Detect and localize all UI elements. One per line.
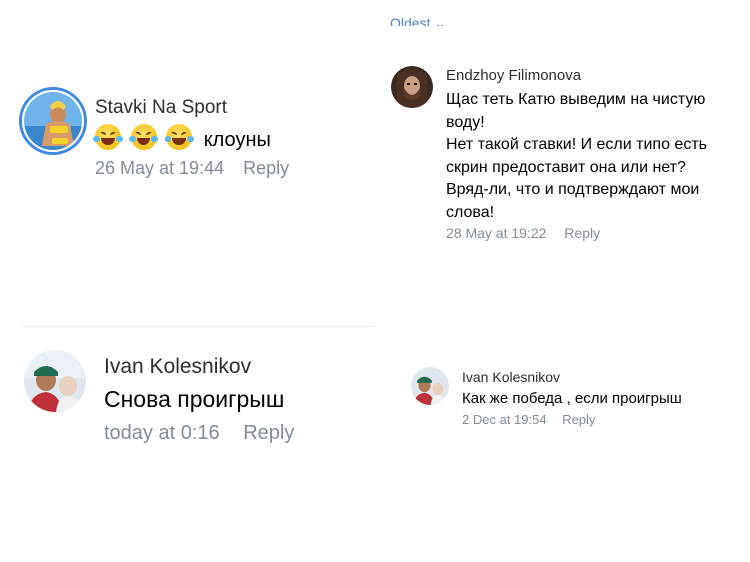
reply-button[interactable]: Reply: [562, 412, 595, 427]
avatar[interactable]: [391, 66, 433, 108]
rolling-laughing-icon: [93, 124, 123, 150]
comment-author[interactable]: Ivan Kolesnikov: [104, 355, 251, 379]
comment-timestamp[interactable]: 28 May at 19:22: [446, 225, 546, 241]
message-line: скрин предоставит она или нет?: [446, 158, 686, 176]
comment-author[interactable]: Endzhoy Filimonova: [446, 67, 581, 84]
reply-button[interactable]: Reply: [243, 422, 294, 444]
comment-meta: today at 0:16 Reply: [104, 422, 294, 445]
avatar-photo-icon: [411, 367, 449, 405]
comment-ivan-left: Ivan Kolesnikov Снова проигрыш today at …: [0, 330, 380, 562]
comment-message: Снова проигрыш: [104, 386, 285, 412]
message-line: слова!: [446, 203, 495, 221]
comment-stavki: Stavki Na Sport клоуны 26 May at 19:44 R…: [0, 0, 380, 320]
message-line: воду!: [446, 113, 485, 131]
sort-dropdown[interactable]: Oldest ⌄: [390, 14, 446, 26]
message-line: Нет такой ставки! И если типо есть: [446, 136, 707, 153]
avatar-photo-icon: [391, 66, 433, 108]
comment-message: клоуны: [203, 129, 271, 151]
reply-button[interactable]: Reply: [564, 225, 600, 241]
comment-timestamp[interactable]: 2 Dec at 19:54: [462, 412, 547, 427]
avatar[interactable]: [24, 350, 86, 412]
avatar[interactable]: [411, 367, 449, 405]
avatar[interactable]: [22, 90, 84, 152]
comment-timestamp[interactable]: 26 May at 19:44: [95, 158, 224, 178]
comment-meta: 26 May at 19:44 Reply: [95, 158, 289, 179]
comment-ivan-right: Ivan Kolesnikov Как же победа , если про…: [385, 340, 750, 562]
comment-text: клоуны: [93, 124, 271, 154]
rolling-laughing-icon: [129, 124, 159, 150]
comment-meta: 2 Dec at 19:54 Reply: [462, 412, 595, 427]
comment-author[interactable]: Stavki Na Sport: [95, 97, 227, 119]
comment-meta: 28 May at 19:22 Reply: [446, 225, 600, 241]
rolling-laughing-icon: [164, 124, 194, 150]
avatar-photo-icon: [24, 92, 82, 150]
divider: [22, 326, 375, 327]
comment-author[interactable]: Ivan Kolesnikov: [462, 369, 560, 385]
message-line: Щас теть Катю выведим на чистую: [446, 91, 706, 108]
comment-timestamp[interactable]: today at 0:16: [104, 422, 220, 444]
avatar-photo-icon: [24, 350, 86, 412]
reply-button[interactable]: Reply: [243, 158, 289, 178]
message-line: Вряд-ли, что и подтверждают мои: [446, 181, 700, 198]
comment-endzhoy: Oldest ⌄ Endzhoy Filimonova Щас теть Кат…: [385, 0, 750, 340]
comment-message: Как же победа , если проигрыш: [462, 390, 682, 407]
comment-message: Щас теть Катю выведим на чистую воду! Не…: [446, 89, 707, 224]
